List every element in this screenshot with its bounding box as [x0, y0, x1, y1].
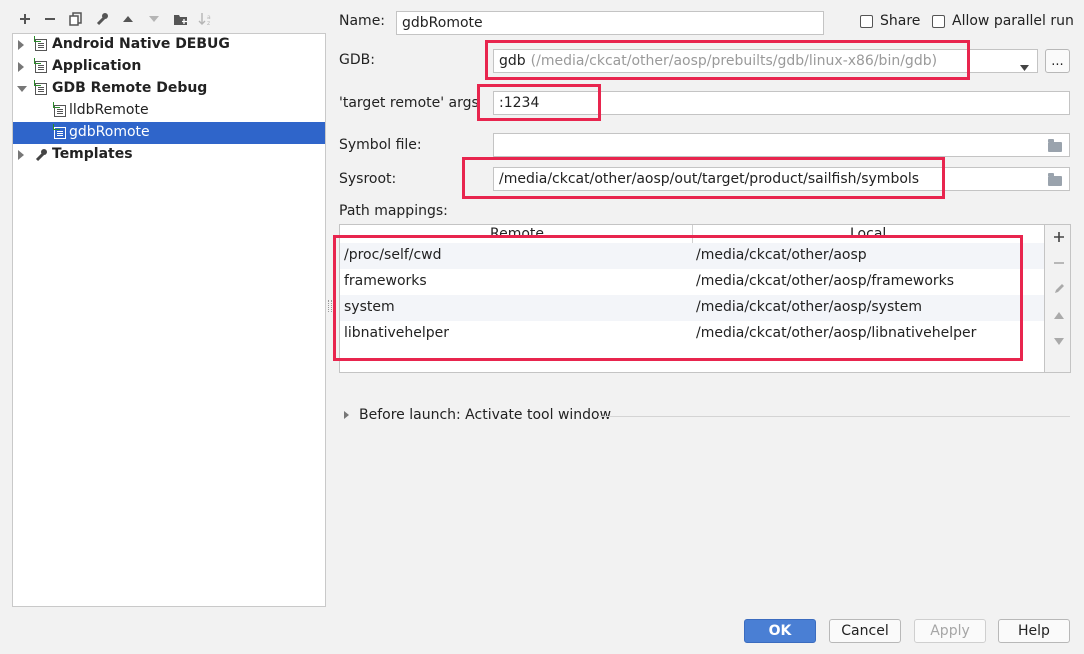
chevron-down-icon: [1020, 59, 1029, 72]
path-mappings-label: Path mappings:: [339, 203, 448, 219]
move-up-icon[interactable]: [119, 10, 137, 28]
expand-arrow-icon[interactable]: [18, 40, 24, 50]
share-checkbox[interactable]: [860, 15, 873, 28]
expand-arrow-icon[interactable]: [18, 62, 24, 72]
cancel-button[interactable]: Cancel: [829, 619, 901, 643]
name-input-value: gdbRomote: [402, 15, 483, 31]
tree-item-label: Android Native DEBUG: [52, 36, 230, 52]
folder-icon[interactable]: [1048, 139, 1062, 152]
new-folder-icon[interactable]: [172, 10, 190, 28]
name-input[interactable]: gdbRomote: [396, 11, 824, 35]
highlight-gdb: [485, 40, 970, 80]
splitter-handle[interactable]: [328, 300, 332, 312]
expand-arrow-icon[interactable]: [344, 411, 349, 419]
move-up-icon[interactable]: [1049, 305, 1069, 325]
tree-item-gdbromote[interactable]: gdbRomote: [13, 122, 325, 144]
move-down-icon[interactable]: [145, 10, 163, 28]
config-icon: [53, 102, 66, 117]
parallel-run-checkbox[interactable]: [932, 15, 945, 28]
gdb-browse-button[interactable]: ...: [1045, 49, 1070, 73]
divider: [598, 416, 1070, 417]
highlight-target-remote: [477, 84, 601, 121]
tree-item-application[interactable]: Application: [13, 56, 325, 78]
config-icon: [34, 36, 47, 51]
wrench-icon[interactable]: [93, 10, 111, 28]
help-button[interactable]: Help: [998, 619, 1070, 643]
svg-text:z: z: [207, 20, 210, 26]
tree-item-label: GDB Remote Debug: [52, 80, 208, 96]
share-label: Share: [880, 13, 921, 29]
ok-button[interactable]: OK: [744, 619, 816, 643]
tree-item-label: Application: [52, 58, 142, 74]
tree-item-lldbremote[interactable]: lldbRemote: [13, 100, 325, 122]
symbol-file-label: Symbol file:: [339, 137, 422, 153]
add-icon[interactable]: [1049, 227, 1069, 247]
tree-item-android-native-debug[interactable]: Android Native DEBUG: [13, 34, 325, 56]
config-icon: [53, 124, 66, 139]
highlight-sysroot: [462, 157, 945, 199]
name-label: Name:: [339, 13, 386, 29]
sysroot-label: Sysroot:: [339, 171, 397, 187]
move-down-icon[interactable]: [1049, 331, 1069, 351]
tree-item-label: lldbRemote: [69, 102, 149, 118]
symbol-file-input[interactable]: [493, 133, 1070, 157]
config-tree[interactable]: Android Native DEBUG Application GDB Rem…: [12, 33, 326, 607]
highlight-path-mappings: [333, 235, 1023, 361]
tree-item-gdb-remote-debug[interactable]: GDB Remote Debug: [13, 78, 325, 100]
tree-item-label: Templates: [52, 146, 133, 162]
collapse-arrow-icon[interactable]: [17, 86, 27, 92]
edit-pencil-icon[interactable]: [1049, 279, 1069, 299]
tree-item-label: gdbRomote: [69, 124, 150, 140]
apply-button[interactable]: Apply: [914, 619, 986, 643]
config-icon: [34, 80, 47, 95]
expand-arrow-icon[interactable]: [18, 150, 24, 160]
parallel-run-label: Allow parallel run: [952, 13, 1074, 29]
sort-icon[interactable]: az: [197, 10, 215, 28]
wrench-icon: [34, 148, 48, 166]
copy-icon[interactable]: [67, 10, 85, 28]
config-icon: [34, 58, 47, 73]
before-launch-label[interactable]: Before launch: Activate tool window: [359, 407, 611, 423]
tree-item-templates[interactable]: Templates: [13, 144, 325, 166]
target-remote-label: 'target remote' args: [339, 95, 479, 111]
remove-icon[interactable]: [1049, 253, 1069, 273]
remove-icon[interactable]: [41, 10, 59, 28]
gdb-label: GDB:: [339, 52, 375, 68]
folder-icon[interactable]: [1048, 173, 1062, 186]
add-icon[interactable]: [16, 10, 34, 28]
